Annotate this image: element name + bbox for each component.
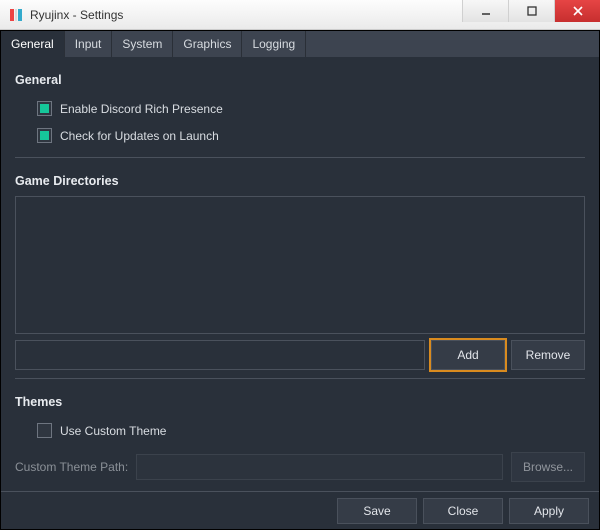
minimize-button[interactable] [462, 0, 508, 22]
theme-path-label: Custom Theme Path: [15, 460, 128, 474]
window-controls [462, 0, 600, 29]
tab-graphics[interactable]: Graphics [173, 31, 242, 57]
footer-bar: Save Close Apply [1, 491, 599, 529]
window-title: Ryujinx - Settings [30, 8, 462, 22]
app-icon [8, 7, 24, 23]
titlebar[interactable]: Ryujinx - Settings [0, 0, 600, 30]
themes-heading: Themes [15, 395, 585, 409]
discord-presence-checkbox[interactable] [37, 101, 52, 116]
theme-path-row: Custom Theme Path: Browse... [15, 452, 585, 482]
tab-logging[interactable]: Logging [242, 31, 306, 57]
divider [15, 157, 585, 158]
use-custom-theme-row: Use Custom Theme [37, 423, 585, 438]
tab-general[interactable]: General [1, 31, 65, 57]
add-directory-button[interactable]: Add [431, 340, 505, 370]
theme-path-input[interactable] [136, 454, 503, 480]
client-area: General Input System Graphics Logging Ge… [0, 30, 600, 530]
apply-button[interactable]: Apply [509, 498, 589, 524]
browse-theme-button[interactable]: Browse... [511, 452, 585, 482]
tab-strip: General Input System Graphics Logging [1, 31, 599, 57]
remove-directory-button[interactable]: Remove [511, 340, 585, 370]
save-button[interactable]: Save [337, 498, 417, 524]
close-window-button[interactable] [554, 0, 600, 22]
tab-input[interactable]: Input [65, 31, 113, 57]
use-custom-theme-checkbox[interactable] [37, 423, 52, 438]
general-heading: General [15, 73, 585, 87]
check-updates-label: Check for Updates on Launch [60, 129, 219, 143]
check-updates-row: Check for Updates on Launch [37, 128, 585, 143]
maximize-button[interactable] [508, 0, 554, 22]
check-updates-checkbox[interactable] [37, 128, 52, 143]
close-button[interactable]: Close [423, 498, 503, 524]
discord-presence-row: Enable Discord Rich Presence [37, 101, 585, 116]
game-directory-input[interactable] [15, 340, 425, 370]
game-directories-heading: Game Directories [15, 174, 585, 188]
use-custom-theme-label: Use Custom Theme [60, 424, 166, 438]
discord-presence-label: Enable Discord Rich Presence [60, 102, 223, 116]
game-directories-controls: Add Remove [15, 340, 585, 370]
tab-system[interactable]: System [112, 31, 173, 57]
divider [15, 378, 585, 379]
game-directories-list[interactable] [15, 196, 585, 334]
content-pane: General Enable Discord Rich Presence Che… [1, 57, 599, 491]
settings-window: Ryujinx - Settings General Input System … [0, 0, 600, 530]
